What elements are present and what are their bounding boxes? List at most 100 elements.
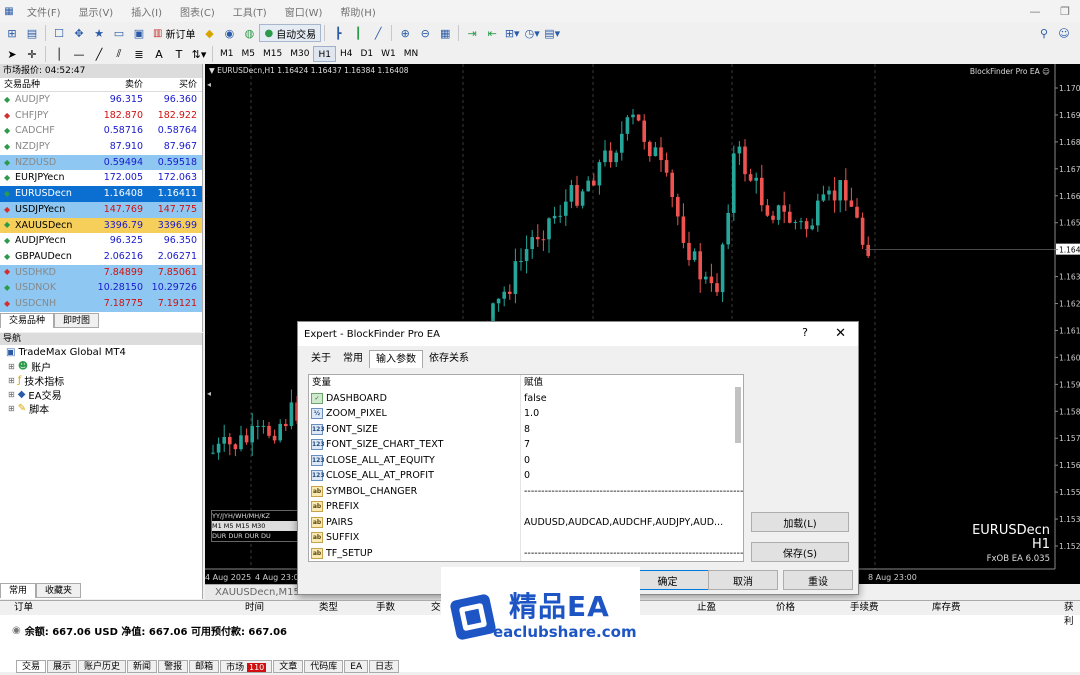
nav-indicators[interactable]: ⊞ ƒ 技术指标 — [0, 373, 202, 388]
col-order[interactable]: 订单 — [14, 601, 33, 615]
col-commission[interactable]: 手续费 — [850, 601, 879, 615]
reset-button[interactable]: 重设 — [783, 570, 853, 590]
chat-icon[interactable]: ◉ — [219, 24, 239, 42]
terminal-tab[interactable]: 代码库 — [304, 660, 344, 673]
load-button[interactable]: 加载(L) — [751, 512, 849, 532]
tab-symbols[interactable]: 交易品种 — [0, 313, 55, 328]
channel-icon[interactable]: ⫽ — [109, 45, 129, 63]
arrows-icon[interactable]: ⇅▾ — [189, 45, 209, 63]
crosshair-icon[interactable]: ✛ — [22, 45, 42, 63]
market-watch-icon[interactable]: ☐ — [49, 24, 69, 42]
col-profit[interactable]: 获利 — [1064, 601, 1080, 629]
col-price[interactable]: 价格 — [776, 601, 795, 615]
expand-icon[interactable]: ⊞ — [8, 376, 15, 385]
mini-symbol-changer[interactable]: YY/JYH/WH/MH/KZ M1 M5 M15 M30 DUR DUR DU… — [211, 510, 299, 542]
param-value[interactable] — [521, 499, 743, 515]
profiles-icon[interactable]: ▤ — [22, 24, 42, 42]
tile-windows-icon[interactable]: ▦ — [435, 24, 455, 42]
new-chart-icon[interactable]: ⊞ — [2, 24, 22, 42]
market-row[interactable]: ◆ CADCHF 0.58716 0.58764 — [0, 123, 202, 140]
col-tp[interactable]: 止盈 — [697, 601, 716, 615]
col-lots[interactable]: 手数 — [376, 601, 395, 615]
horizontal-line-icon[interactable]: — — [69, 45, 89, 63]
col-swap[interactable]: 库存费 — [932, 601, 961, 615]
params-scrollbar[interactable] — [735, 387, 741, 443]
market-row[interactable]: ◆ NZDUSD 0.59494 0.59518 — [0, 154, 202, 171]
tf-d1[interactable]: D1 — [356, 46, 377, 62]
menu-chart[interactable]: 图表(C) — [171, 4, 224, 19]
terminal-tab[interactable]: 交易 — [16, 660, 47, 673]
menu-file[interactable]: 文件(F) — [18, 4, 70, 19]
tab-common[interactable]: 常用 — [0, 583, 37, 598]
terminal-tab[interactable]: 市场 110 — [220, 660, 273, 673]
tf-m1[interactable]: M1 — [216, 46, 238, 62]
nav-root[interactable]: ▣ TradeMax Global MT4 — [0, 345, 202, 359]
param-row[interactable]: ½ ZOOM_PIXEL 1.0 — [309, 406, 743, 422]
terminal-icon[interactable]: ▭ — [109, 24, 129, 42]
param-row[interactable]: 123 CLOSE_ALL_AT_PROFIT 0 — [309, 468, 743, 484]
market-row[interactable]: ◆ XAUUSDecn 3396.79 3396.99 — [0, 217, 202, 234]
market-row[interactable]: ◆ AUDJPY 96.315 96.360 — [0, 92, 202, 108]
param-value[interactable]: 7 — [521, 437, 743, 453]
market-row[interactable]: ◆ GBPAUDecn 2.06216 2.06271 — [0, 248, 202, 265]
tf-mn[interactable]: MN — [400, 46, 423, 62]
save-button[interactable]: 保存(S) — [751, 542, 849, 562]
tab-dependencies[interactable]: 依存关系 — [423, 350, 475, 368]
data-window-icon[interactable]: ✥ — [69, 24, 89, 42]
text-label-icon[interactable]: T — [169, 45, 189, 63]
close-icon[interactable]: ✕ — [835, 326, 846, 341]
tab-favorites[interactable]: 收藏夹 — [36, 583, 82, 598]
chart-shift-icon[interactable]: ⇤ — [482, 24, 502, 42]
nav-accounts[interactable]: ⊞ ☻ 账户 — [0, 359, 202, 374]
nav-experts[interactable]: ⊞ ◆ EA交易 — [0, 387, 202, 402]
tab-inputs[interactable]: 输入参数 — [369, 350, 423, 368]
cursor-icon[interactable]: ➤ — [2, 45, 22, 63]
terminal-tab[interactable]: 账户历史 — [78, 660, 127, 673]
param-value[interactable]: ----------------------------------------… — [521, 484, 743, 500]
market-row[interactable]: ◆ USDCNH 7.18775 7.19121 — [0, 295, 202, 312]
auto-scroll-icon[interactable]: ⇥ — [462, 24, 482, 42]
tester-icon[interactable]: ▣ — [129, 24, 149, 42]
candlestick-icon[interactable]: ┃ — [348, 24, 368, 42]
restore-icon[interactable]: ❐ — [1050, 5, 1080, 18]
param-row[interactable]: ✓ DASHBOARD false — [309, 390, 743, 407]
col-bid[interactable]: 卖价 — [96, 78, 146, 91]
search-icon[interactable]: ⚲ — [1034, 24, 1054, 42]
param-value[interactable]: ----------------------------------------… — [521, 546, 743, 562]
menu-insert[interactable]: 插入(I) — [122, 4, 171, 19]
periods-icon[interactable]: ◷▾ — [522, 24, 542, 42]
bar-chart-icon[interactable]: ┣ — [328, 24, 348, 42]
zoom-out-icon[interactable]: ⊖ — [415, 24, 435, 42]
tf-m15[interactable]: M15 — [259, 46, 286, 62]
navigator-icon[interactable]: ★ — [89, 24, 109, 42]
market-row[interactable]: ◆ EURUSDecn 1.16408 1.16411 — [0, 186, 202, 202]
text-icon[interactable]: A — [149, 45, 169, 63]
param-value[interactable] — [521, 530, 743, 546]
market-row[interactable]: ◆ CHFJPY 182.870 182.922 — [0, 107, 202, 124]
param-value[interactable]: AUDUSD,AUDCAD,AUDCHF,AUDJPY,AUD... — [521, 515, 743, 531]
auto-trading-button[interactable]: ● 自动交易 — [259, 24, 322, 42]
help-button[interactable]: ? — [802, 326, 808, 339]
expand-icon[interactable]: ⊞ — [8, 404, 15, 413]
market-row[interactable]: ◆ AUDJPYecn 96.325 96.350 — [0, 233, 202, 249]
scroll-left-icon[interactable]: ◂ — [207, 80, 211, 89]
col-ask[interactable]: 买价 — [146, 78, 200, 91]
terminal-tab[interactable]: 警报 — [158, 660, 189, 673]
terminal-tab[interactable]: 新闻 — [127, 660, 158, 673]
tab-common[interactable]: 常用 — [337, 350, 369, 368]
new-order-button[interactable]: ▥ 新订单 — [149, 24, 199, 42]
expand-icon[interactable]: ⊞ — [8, 362, 15, 371]
col-symbol[interactable]: 交易品种 — [0, 78, 96, 91]
param-value[interactable]: 8 — [521, 422, 743, 438]
menu-tools[interactable]: 工具(T) — [224, 4, 276, 19]
nav-scripts[interactable]: ⊞ ✎ 脚本 — [0, 401, 202, 416]
tf-h1[interactable]: H1 — [313, 46, 336, 62]
tf-h4[interactable]: H4 — [336, 46, 357, 62]
param-value[interactable]: false — [521, 391, 743, 407]
cancel-button[interactable]: 取消 — [708, 570, 778, 590]
param-row[interactable]: 123 FONT_SIZE 8 — [309, 421, 743, 438]
param-value[interactable]: 0 — [521, 468, 743, 484]
tf-m5[interactable]: M5 — [238, 46, 260, 62]
trendline-icon[interactable]: ╱ — [89, 45, 109, 63]
fibonacci-icon[interactable]: ≣ — [129, 45, 149, 63]
